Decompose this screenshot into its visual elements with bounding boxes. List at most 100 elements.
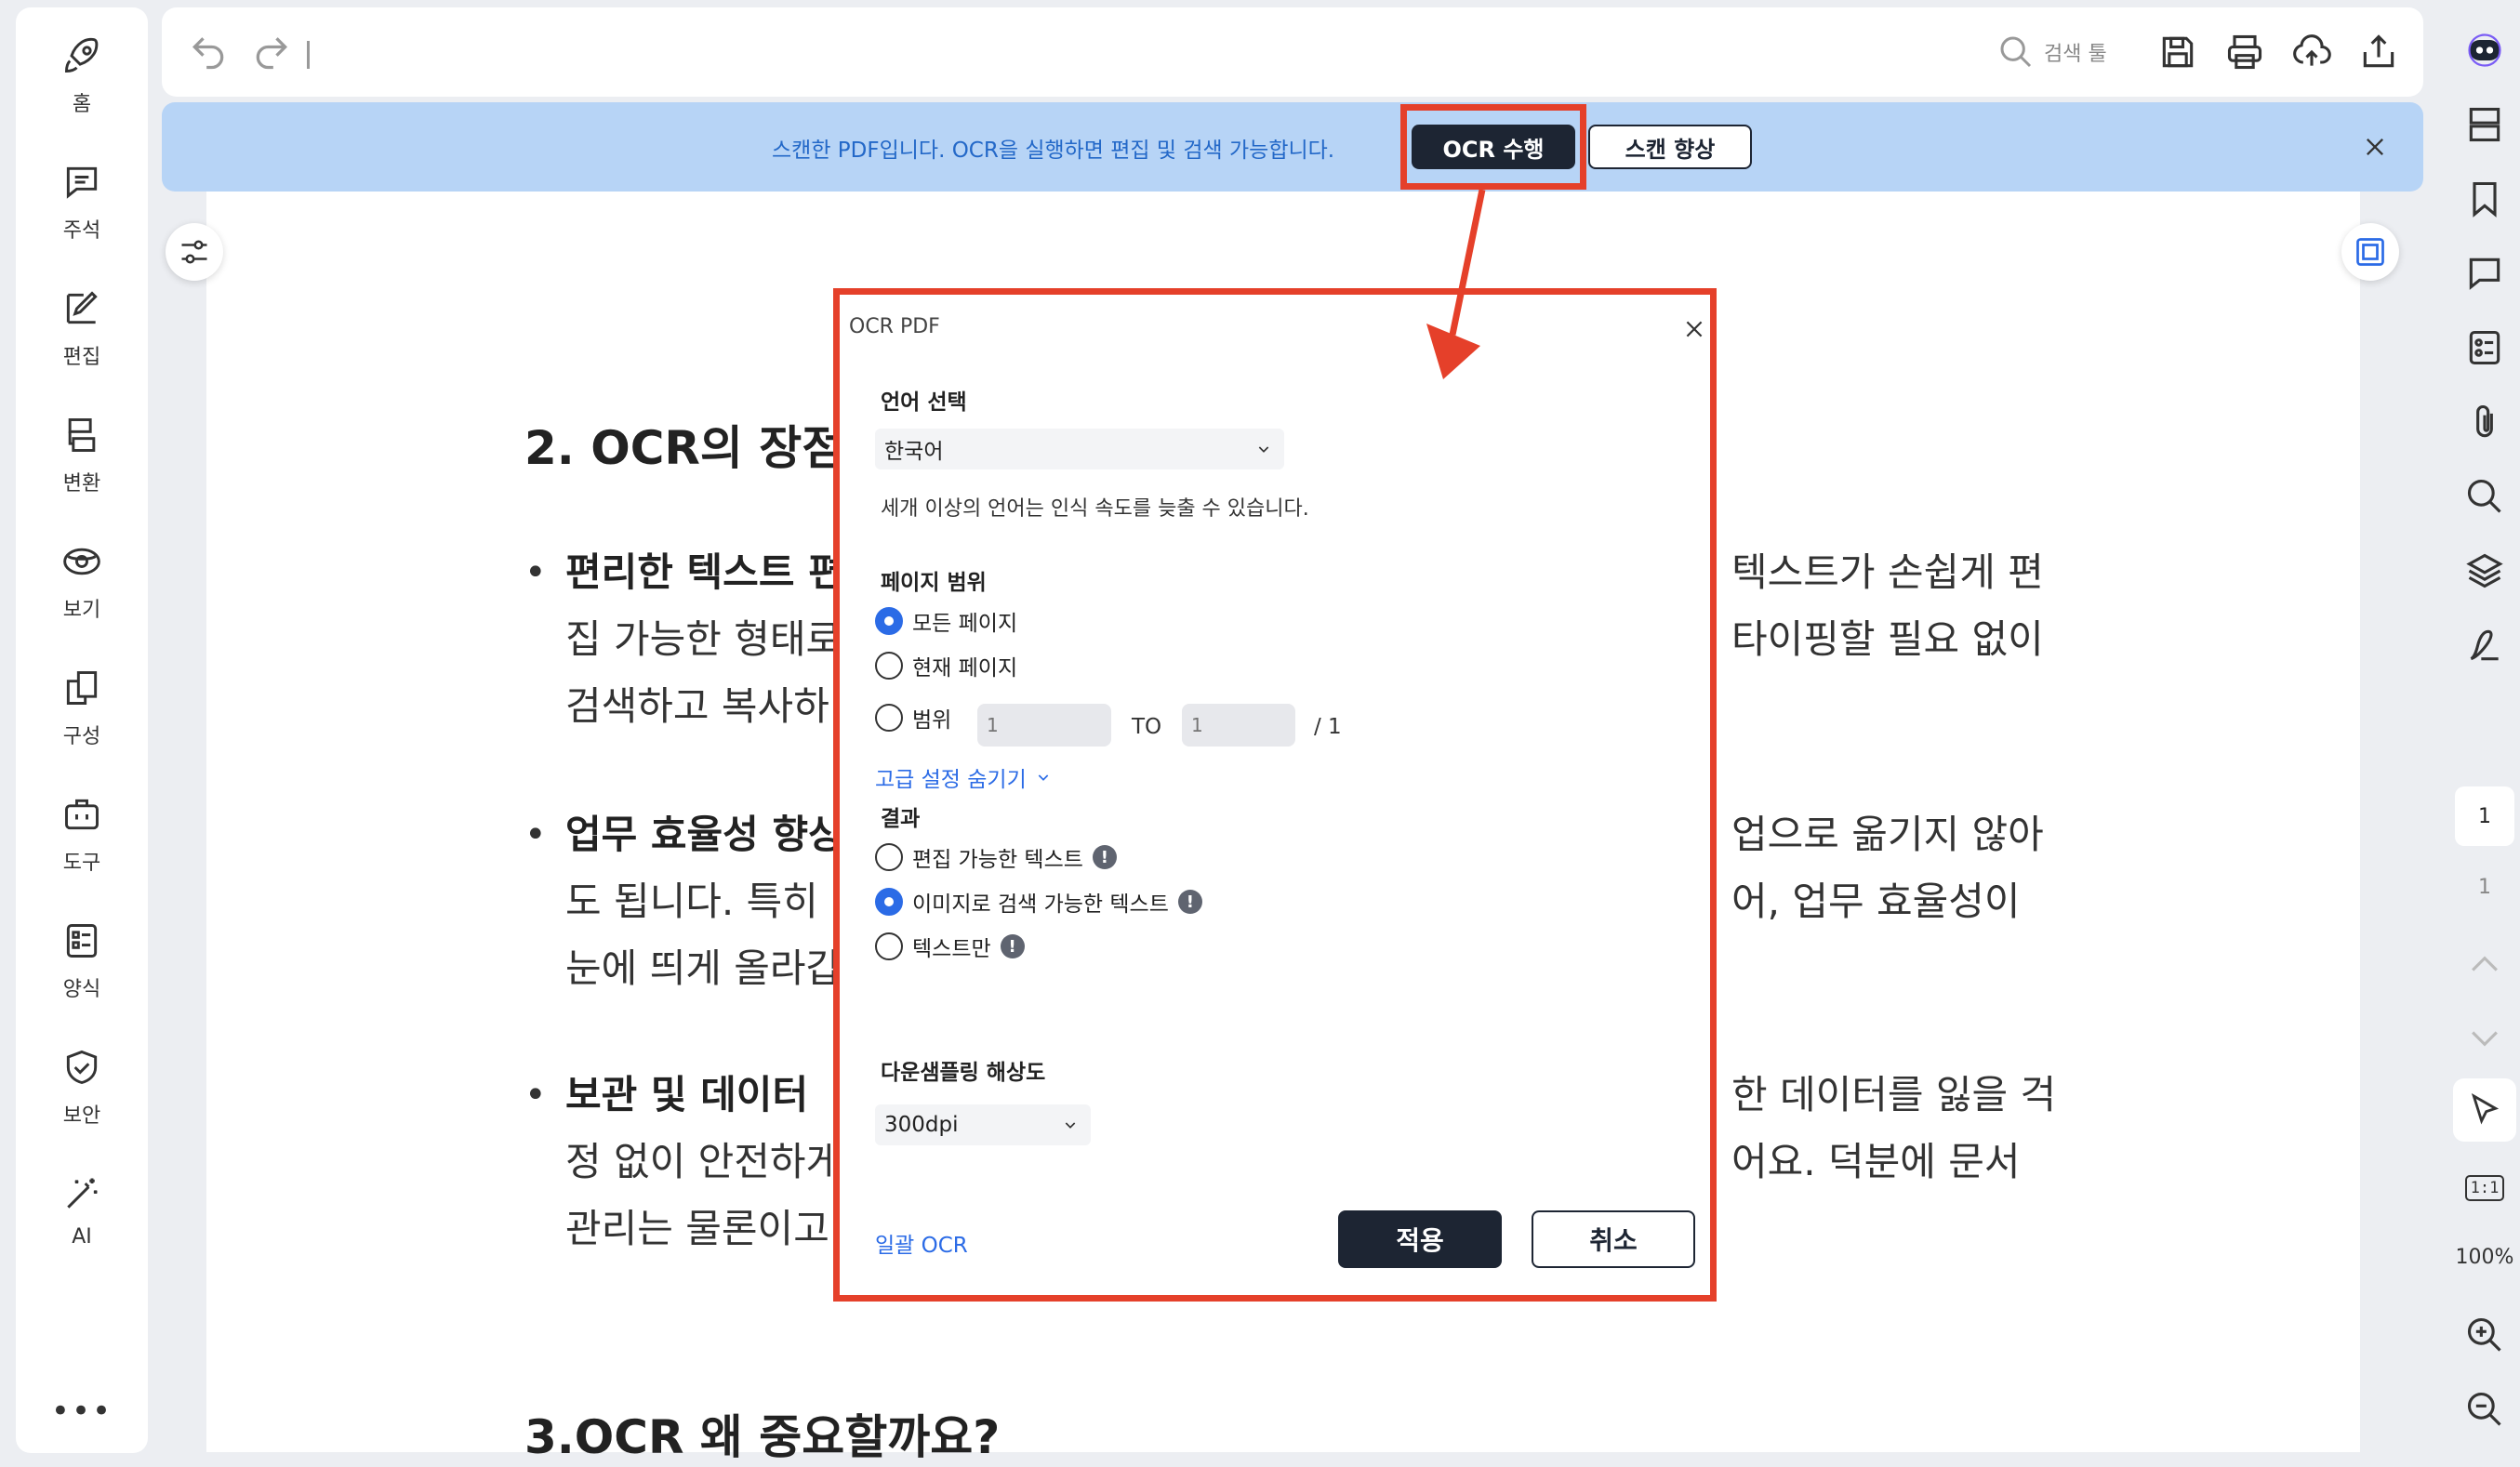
rocket-icon bbox=[65, 37, 99, 73]
actual-size-button[interactable]: 1:1 bbox=[2464, 1168, 2505, 1209]
downsample-value: 300dpi bbox=[884, 1113, 959, 1137]
nav-item-comment[interactable]: 주석 bbox=[16, 143, 148, 255]
apply-button[interactable]: 적용 bbox=[1338, 1210, 1502, 1268]
search-tools[interactable]: 검색 툴 bbox=[1997, 32, 2107, 73]
ocr-button-highlight bbox=[1400, 104, 1586, 190]
view-settings-button[interactable] bbox=[166, 223, 223, 281]
comment-panel-icon[interactable] bbox=[2464, 253, 2505, 294]
bullet-title: 편리한 텍스트 편 bbox=[565, 549, 844, 595]
cancel-button[interactable]: 취소 bbox=[1532, 1210, 1695, 1268]
zoom-in-icon[interactable] bbox=[2464, 1315, 2505, 1355]
nav-label: 보기 bbox=[62, 599, 101, 622]
doc-heading: 3.OCR 왜 중요할까요? bbox=[524, 1410, 1001, 1464]
dialog-bottom-region: 다운샘플링 해상도 300dpi 일괄 OCR 적용 취소 bbox=[833, 288, 1717, 1302]
enhance-scan-button[interactable]: 스캔 향상 bbox=[1588, 125, 1752, 169]
nav-item-tools[interactable]: 도구 bbox=[16, 775, 148, 887]
banner-text: 스캔한 PDF입니다. OCR을 실행하면 편집 및 검색 가능합니다. bbox=[772, 139, 1335, 163]
nav-label: 변환 bbox=[62, 472, 101, 496]
nav-label: 도구 bbox=[62, 852, 101, 875]
doc-bullet: • 보관 및 데이터 정 없이 안전하게 관리는 물론이고 bbox=[524, 1062, 842, 1262]
magic-wand-icon bbox=[67, 1178, 98, 1209]
print-icon[interactable] bbox=[2224, 32, 2265, 73]
doc-bullet: • 편리한 텍스트 편 집 가능한 형태로 검색하고 복사하 bbox=[524, 539, 844, 740]
bullet-line: 정 없이 안전하게 bbox=[565, 1139, 842, 1184]
redo-icon[interactable] bbox=[251, 32, 292, 73]
downsample-select[interactable]: 300dpi bbox=[875, 1104, 1091, 1145]
undo-icon[interactable] bbox=[188, 32, 229, 73]
signature-icon[interactable] bbox=[2464, 625, 2505, 666]
frame-select-icon bbox=[2356, 238, 2384, 266]
toolbox-icon bbox=[65, 799, 99, 830]
bullet-line: 한 데이터를 잃을 걱 bbox=[1731, 1072, 2057, 1117]
nav-item-home[interactable]: 홈 bbox=[16, 17, 148, 128]
form-fields-icon[interactable] bbox=[2464, 327, 2505, 368]
nav-label: 홈 bbox=[72, 93, 92, 116]
close-icon[interactable] bbox=[2362, 134, 2388, 160]
bullet-line: 어요. 덕분에 문서 bbox=[1731, 1139, 2021, 1184]
bullet-line: 도 됩니다. 특히 bbox=[565, 879, 818, 924]
doc-heading: 2. OCR의 장점 bbox=[524, 421, 845, 475]
nav-label: 양식 bbox=[62, 978, 101, 1001]
nav-item-view[interactable]: 보기 bbox=[16, 522, 148, 634]
search-icon bbox=[2000, 36, 2032, 68]
page-frame-button[interactable] bbox=[2341, 223, 2399, 281]
nav-item-convert[interactable]: 변환 bbox=[16, 396, 148, 508]
layers-icon[interactable] bbox=[2464, 550, 2505, 591]
chevron-down-icon[interactable] bbox=[2464, 1017, 2505, 1058]
nav-label: 주석 bbox=[62, 219, 101, 243]
shield-icon bbox=[66, 1050, 98, 1085]
comment-icon bbox=[66, 166, 98, 199]
zoom-level: 100% bbox=[2455, 1246, 2514, 1269]
save-icon[interactable] bbox=[2157, 32, 2198, 73]
nav-label: 보안 bbox=[62, 1104, 101, 1128]
bullet-line: 눈에 띄게 올라갑 bbox=[565, 945, 842, 991]
nav-label: 편집 bbox=[62, 346, 101, 369]
bullet-line: 관리는 물론이고 bbox=[565, 1206, 829, 1251]
toolbar-divider bbox=[307, 41, 310, 69]
bookmark-icon[interactable] bbox=[2464, 178, 2505, 219]
sliders-icon bbox=[181, 240, 207, 264]
cursor-icon bbox=[2471, 1092, 2500, 1125]
thumbnails-icon[interactable] bbox=[2464, 104, 2505, 145]
share-icon[interactable] bbox=[2358, 32, 2399, 73]
doc-bullet: • 업무 효율성 향상 도 됩니다. 특히 눈에 띄게 올라갑 bbox=[524, 801, 844, 1002]
bullet-line: 검색하고 복사하 bbox=[565, 683, 829, 729]
doc-text-right: 한 데이터를 잃을 걱 어요. 덕분에 문서 bbox=[1731, 1062, 2056, 1196]
ocr-banner: 스캔한 PDF입니다. OCR을 실행하면 편집 및 검색 가능합니다. OCR… bbox=[162, 102, 2423, 192]
zoom-out-icon[interactable] bbox=[2464, 1389, 2505, 1430]
batch-ocr-link[interactable]: 일괄 OCR bbox=[875, 1227, 968, 1259]
select-tool-button[interactable] bbox=[2453, 1078, 2516, 1142]
nav-item-form[interactable]: 양식 bbox=[16, 902, 148, 1013]
nav-item-security[interactable]: 보안 bbox=[16, 1028, 148, 1140]
nav-label: 구성 bbox=[62, 725, 101, 748]
organize-icon bbox=[66, 671, 98, 705]
nav-item-ai[interactable]: AI bbox=[16, 1155, 148, 1266]
nav-item-organize[interactable]: 구성 bbox=[16, 649, 148, 760]
chevron-up-icon[interactable] bbox=[2464, 945, 2505, 985]
bullet-line: 어, 업무 효율성이 bbox=[1731, 879, 2021, 924]
downsample-label: 다운샘플링 해상도 bbox=[881, 1061, 1046, 1085]
attachment-icon[interactable] bbox=[2464, 402, 2505, 443]
top-toolbar: 검색 툴 bbox=[162, 7, 2423, 97]
search-placeholder: 검색 툴 bbox=[2044, 43, 2107, 66]
chevron-down-icon bbox=[1065, 1122, 1076, 1129]
more-options-icon[interactable]: ••• bbox=[16, 1393, 148, 1430]
ai-assistant-icon[interactable] bbox=[2464, 30, 2505, 71]
bullet-title: 보관 및 데이터 bbox=[565, 1072, 809, 1117]
bullet-title: 업무 효율성 향상 bbox=[565, 812, 844, 857]
edit-icon bbox=[66, 291, 98, 324]
convert-icon bbox=[68, 418, 96, 452]
total-pages: 1 bbox=[2478, 876, 2491, 899]
eye-icon bbox=[63, 548, 100, 575]
current-page-input[interactable]: 1 bbox=[2455, 786, 2514, 846]
bullet-line: 텍스트가 손쉽게 편 bbox=[1731, 549, 2044, 595]
doc-text-right: 텍스트가 손쉽게 편 타이핑할 필요 없이 bbox=[1731, 539, 2044, 673]
cloud-upload-icon[interactable] bbox=[2291, 32, 2332, 73]
doc-text-right: 업으로 옮기지 않아 어, 업무 효율성이 bbox=[1731, 801, 2044, 935]
bullet-line: 타이핑할 필요 없이 bbox=[1731, 616, 2044, 662]
nav-label: AI bbox=[72, 1225, 92, 1249]
bullet-line: 업으로 옮기지 않아 bbox=[1731, 812, 2044, 857]
left-sidebar: 홈 주석 편집 변환 보기 구성 도구 양식 보안 AI ••• bbox=[16, 7, 148, 1453]
search-panel-icon[interactable] bbox=[2464, 476, 2505, 517]
nav-item-edit[interactable]: 편집 bbox=[16, 270, 148, 381]
